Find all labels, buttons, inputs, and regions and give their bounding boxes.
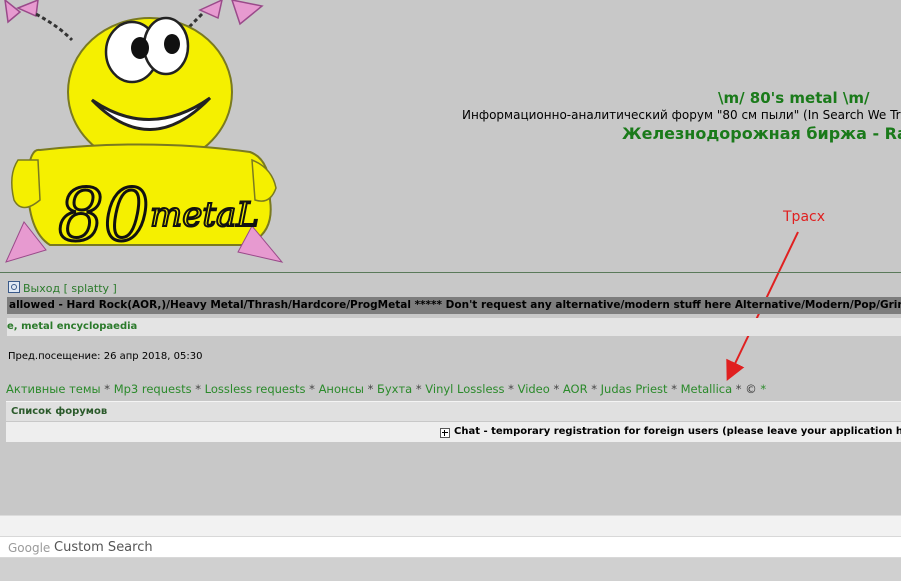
nav-lossless-requests[interactable]: Lossless requests <box>205 382 306 396</box>
logout-icon[interactable] <box>8 281 20 293</box>
nav-announcements[interactable]: Анонсы <box>319 382 364 396</box>
copyright-mark: © <box>745 382 757 396</box>
last-visit: Пред.посещение: 26 апр 2018, 05:30 <box>8 351 203 362</box>
forum-row-title[interactable]: Chat - temporary registration for foreig… <box>454 422 901 442</box>
nav-trailing-star[interactable]: * <box>760 382 766 396</box>
nav-mp3-requests[interactable]: Mp3 requests <box>114 382 192 396</box>
nav-video[interactable]: Video <box>518 382 550 396</box>
header-divider <box>0 272 901 273</box>
site-logo-mascot[interactable]: 80 metaL <box>0 0 290 265</box>
nav-aor[interactable]: AOR <box>563 382 588 396</box>
forum-list-header: Список форумов <box>6 401 901 421</box>
user-bar: Выход [ splatty ] <box>8 281 117 295</box>
ticker-text: allowed - Hard Rock(AOR,)/Heavy Metal/Th… <box>9 299 901 311</box>
encyclopaedia-bar: e, metal encyclopaedia <box>7 318 901 336</box>
annotation-label: Трасх <box>783 209 825 225</box>
username-bracket-open: [ <box>63 282 68 295</box>
site-subtitle[interactable]: Железнодорожная биржа - Ra <box>622 124 901 143</box>
logo-text-80: 80 <box>58 173 150 257</box>
footer-strip <box>0 558 901 581</box>
google-search-box[interactable]: Google Custom Search <box>0 536 901 558</box>
nav-vinyl-lossless[interactable]: Vinyl Lossless <box>425 382 504 396</box>
logo-text-metal: metaL <box>150 195 259 235</box>
site-title: \m/ 80's metal \m/ <box>718 89 870 107</box>
quick-nav: Активные темы * Mp3 requests * Lossless … <box>6 382 767 396</box>
google-logo: Google <box>8 541 51 555</box>
expand-icon[interactable] <box>440 428 450 438</box>
logout-link[interactable]: Выход <box>23 282 60 295</box>
search-input[interactable]: Custom Search <box>54 540 153 555</box>
nav-active-topics[interactable]: Активные темы <box>6 382 101 396</box>
pigtail-left-icon <box>4 0 74 42</box>
footer-spacer <box>0 515 901 536</box>
forum-row: Chat - temporary registration for foreig… <box>6 422 901 442</box>
nav-judas-priest[interactable]: Judas Priest <box>601 382 668 396</box>
username-bracket-close: ] <box>112 282 117 295</box>
encyclopaedia-link[interactable]: e, metal encyclopaedia <box>7 321 137 332</box>
nav-bay[interactable]: Бухта <box>377 382 412 396</box>
site-description: Информационно-аналитический форум "80 см… <box>462 108 901 122</box>
nav-metallica[interactable]: Metallica <box>681 382 733 396</box>
announcement-ticker: allowed - Hard Rock(AOR,)/Heavy Metal/Th… <box>7 297 901 314</box>
username-link[interactable]: splatty <box>71 282 109 295</box>
